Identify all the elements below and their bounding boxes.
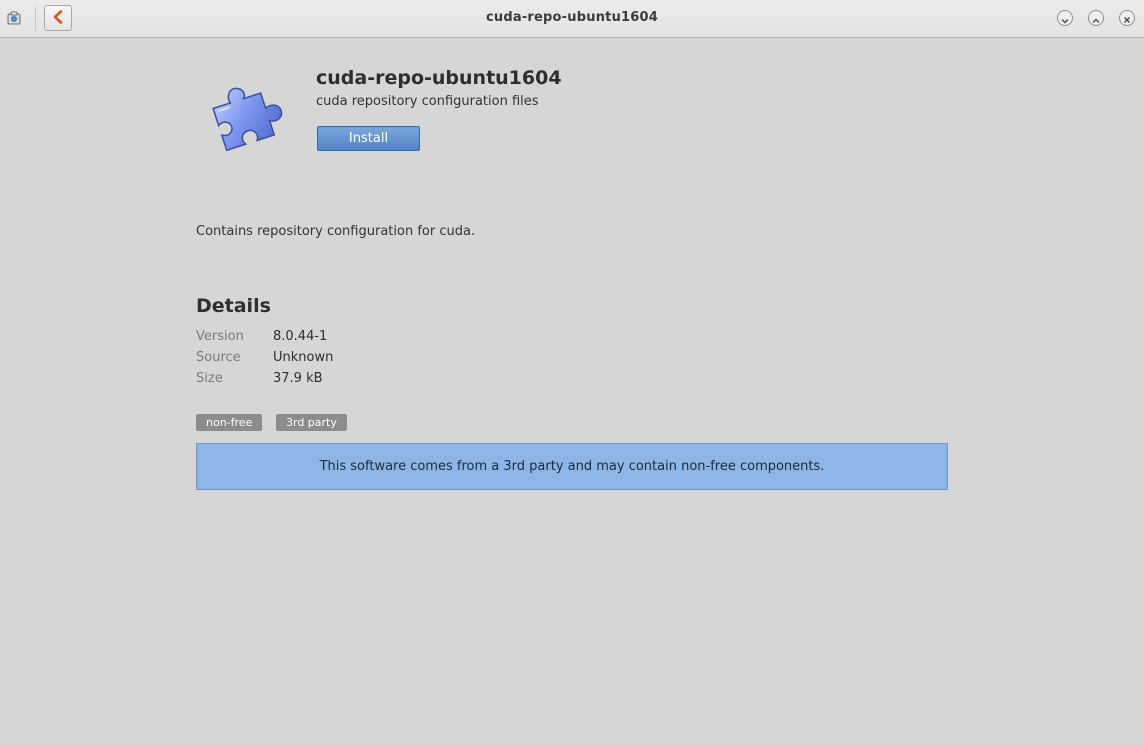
detail-label: Version <box>196 329 244 344</box>
tag-non-free: non-free <box>196 414 263 431</box>
package-name: cuda-repo-ubuntu1604 <box>316 67 562 89</box>
third-party-info-banner: This software comes from a 3rd party and… <box>196 443 948 490</box>
package-summary: cuda repository configuration files <box>316 94 539 109</box>
details-heading: Details <box>196 295 271 317</box>
tag-3rd-party: 3rd party <box>276 414 347 431</box>
chevron-down-icon <box>1061 9 1069 28</box>
detail-value: 8.0.44-1 <box>273 329 328 344</box>
package-description: Contains repository configuration for cu… <box>196 224 476 239</box>
detail-label: Size <box>196 371 223 386</box>
title-bar: cuda-repo-ubuntu1604 <box>0 0 1144 38</box>
window-title: cuda-repo-ubuntu1604 <box>485 10 659 25</box>
detail-row-version: Version 8.0.44-1 <box>196 329 327 344</box>
close-icon <box>1123 9 1131 28</box>
close-button[interactable] <box>1119 10 1135 26</box>
maximize-button[interactable] <box>1088 10 1104 26</box>
detail-row-size: Size 37.9 kB <box>196 371 323 386</box>
install-button[interactable]: Install <box>317 126 420 151</box>
detail-value: 37.9 kB <box>273 371 323 386</box>
banner-text: This software comes from a 3rd party and… <box>319 459 825 474</box>
detail-row-source: Source Unknown <box>196 350 333 365</box>
puzzle-piece-icon <box>199 77 291 155</box>
chevron-up-icon <box>1092 9 1100 28</box>
detail-value: Unknown <box>273 350 334 365</box>
detail-label: Source <box>196 350 241 365</box>
software-center-window: cuda-repo-ubuntu1604 cuda-repo-ubuntu160… <box>0 0 1144 745</box>
minimize-button[interactable] <box>1057 10 1073 26</box>
